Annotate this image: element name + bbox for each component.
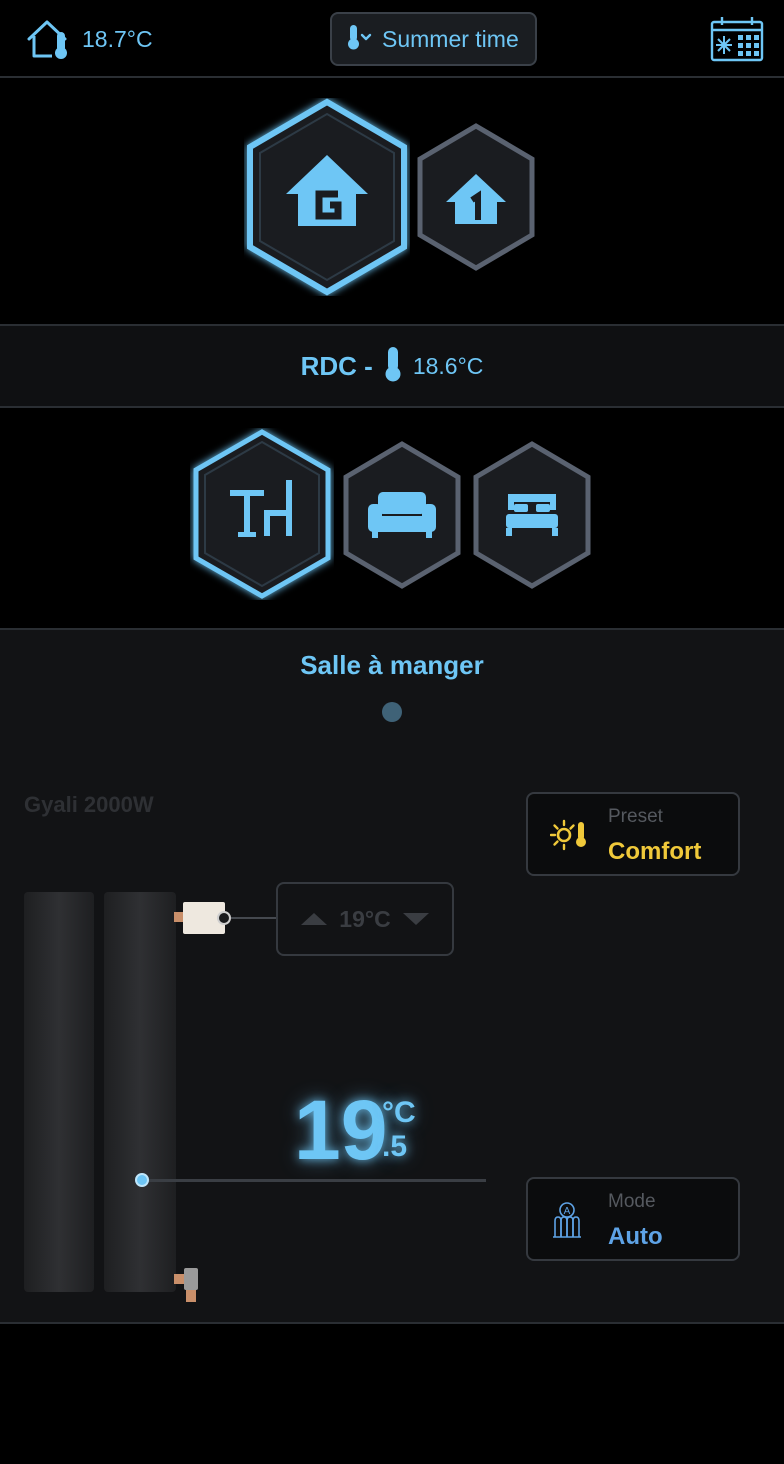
connector-node [217, 911, 231, 925]
svg-text:A: A [564, 1206, 571, 1217]
thermometer-icon [383, 346, 403, 387]
calendar-snowflake-button[interactable] [710, 16, 764, 62]
season-label: Summer time [382, 25, 519, 52]
current-temp-decimal: .5 [382, 1130, 408, 1163]
room-hex-living[interactable] [340, 440, 464, 590]
room-hex-dining[interactable] [190, 428, 334, 600]
temperature-slider-knob[interactable] [135, 1173, 149, 1187]
current-temp-int: 19 [294, 1083, 388, 1177]
radiator-graphic [24, 892, 176, 1294]
mode-value: Auto [608, 1223, 663, 1250]
room-hex-bedroom[interactable] [470, 440, 594, 590]
current-temp-unit: °C [382, 1096, 416, 1129]
decrease-arrow-icon[interactable] [402, 913, 429, 925]
bottom-valve [184, 1268, 198, 1290]
device-name: Gyali 2000W [24, 792, 154, 817]
connector-line [231, 917, 277, 919]
season-button[interactable]: Summer time [330, 12, 537, 66]
floor-hex-1[interactable] [414, 122, 538, 272]
floor-name: RDC - [300, 350, 373, 381]
room-selector [0, 408, 784, 628]
floor-info-bar: RDC - 18.6°C [0, 324, 784, 408]
setpoint-value: 19°C [339, 905, 391, 932]
temperature-track [142, 1179, 486, 1182]
bottom-valve-stem [186, 1290, 196, 1302]
calendar-snowflake-icon [710, 17, 764, 66]
preset-caption: Preset [608, 806, 663, 827]
floor-temp: 18.6°C [412, 352, 484, 379]
room-panel: Salle à manger Gyali 2000W Preset Comfor… [0, 628, 784, 1324]
house-thermometer-icon [26, 18, 72, 60]
page-indicator-dot[interactable] [382, 702, 402, 722]
home-temperature[interactable]: 18.7°C [26, 18, 153, 60]
floor-hex-g[interactable] [244, 98, 410, 296]
room-title: Salle à manger [300, 650, 484, 680]
auto-radiator-icon: A [550, 1201, 584, 1246]
thermometer-chevron-icon [344, 22, 374, 57]
top-bar: 18.7°C Summer time [0, 0, 784, 78]
mode-caption: Mode [608, 1191, 656, 1212]
preset-card[interactable]: Preset Comfort [526, 792, 740, 876]
home-temp-value: 18.7°C [82, 25, 153, 52]
sun-thermometer-icon [549, 816, 588, 859]
preset-value: Comfort [608, 838, 702, 865]
increase-arrow-icon[interactable] [301, 913, 328, 925]
mode-card[interactable]: A Mode Auto [526, 1177, 740, 1261]
floor-selector [0, 78, 784, 324]
setpoint-control: 19°C [276, 882, 454, 956]
